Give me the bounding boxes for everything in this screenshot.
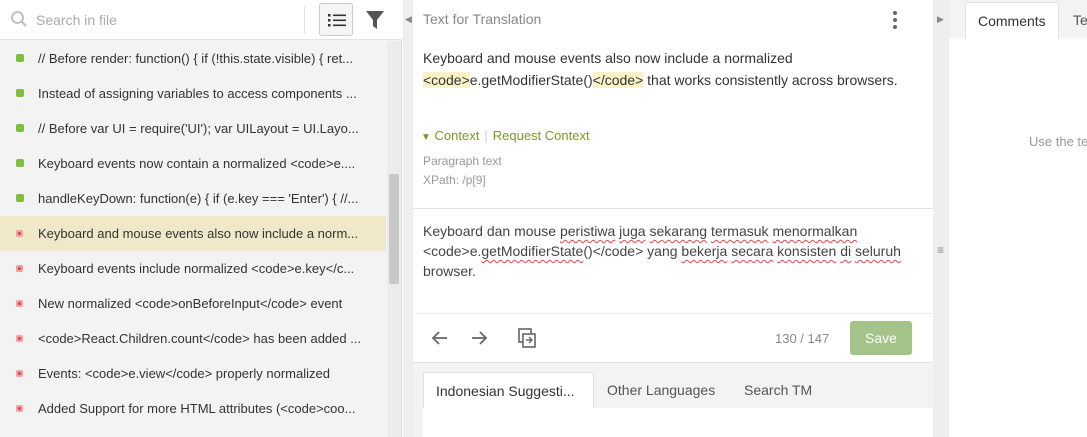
- tab-indonesian-suggestions[interactable]: Indonesian Suggesti...: [423, 372, 594, 409]
- segment-row[interactable]: Keyboard events now contain a normalized…: [0, 146, 386, 181]
- untranslated-status-icon: [16, 230, 23, 237]
- collapse-left-icon[interactable]: ◀: [405, 14, 412, 25]
- search-input[interactable]: [36, 8, 296, 32]
- context-toggle[interactable]: Context: [435, 128, 480, 143]
- segment-text: <code>React.Children.count</code> has be…: [38, 331, 362, 346]
- divider: [413, 208, 933, 209]
- list-view-button[interactable]: [319, 3, 353, 36]
- context-separator: |: [484, 128, 488, 143]
- copy-source-icon[interactable]: [515, 326, 539, 350]
- xpath-label: XPath: /p[9]: [423, 173, 486, 187]
- source-text: Keyboard and mouse events also now inclu…: [423, 50, 898, 88]
- more-options-icon[interactable]: [891, 11, 899, 29]
- toolbar-divider: [304, 6, 305, 34]
- segment-text: Keyboard events now contain a normalized…: [38, 156, 356, 171]
- tab-truncated[interactable]: Te: [1061, 2, 1087, 39]
- comments-body: Use the te: [949, 38, 1087, 437]
- tab-search-tm[interactable]: Search TM: [732, 372, 824, 409]
- drag-handle-icon[interactable]: ≡: [937, 243, 944, 257]
- right-splitter[interactable]: ▶ ≡: [933, 0, 949, 437]
- segment-row[interactable]: // Before render: function() { if (!this…: [0, 41, 386, 76]
- segment-list: // Before render: function() { if (!this…: [0, 41, 386, 426]
- segment-text: handleKeyDown: function(e) { if (e.key =…: [38, 191, 359, 206]
- translation-editor: // Before render: function() { if (!this…: [0, 0, 1087, 437]
- untranslated-status-icon: [16, 335, 23, 342]
- translated-status-icon: [16, 124, 24, 132]
- code-tag: <code>: [423, 72, 470, 88]
- segment-row[interactable]: // Before var UI = require('UI'); var UI…: [0, 111, 386, 146]
- character-counter: 130 / 147: [775, 331, 830, 346]
- tab-other-languages[interactable]: Other Languages: [595, 372, 727, 409]
- panel-title: Text for Translation: [423, 11, 542, 27]
- untranslated-status-icon: [16, 405, 23, 412]
- segment-text: Keyboard events include normalized <code…: [38, 261, 355, 276]
- search-bar: [0, 0, 402, 40]
- untranslated-status-icon: [16, 265, 23, 272]
- segment-text: // Before var UI = require('UI'); var UI…: [38, 121, 359, 136]
- segment-panel: // Before render: function() { if (!this…: [0, 0, 402, 437]
- save-button[interactable]: Save: [850, 321, 912, 355]
- list-icon: [328, 14, 346, 27]
- segment-text: // Before render: function() { if (!this…: [38, 51, 354, 66]
- translation-textarea[interactable]: Keyboard dan mouse peristiwa juga sekara…: [423, 221, 913, 281]
- side-panel: Use the te Comments Te: [949, 0, 1087, 437]
- filter-button[interactable]: [362, 6, 388, 34]
- tab-comments[interactable]: Comments: [965, 2, 1059, 39]
- segment-text: Added Support for more HTML attributes (…: [38, 401, 356, 416]
- segment-row[interactable]: handleKeyDown: function(e) { if (e.key =…: [0, 181, 386, 216]
- translated-status-icon: [16, 194, 24, 202]
- comments-hint: Use the te: [1029, 134, 1087, 149]
- segment-row-active[interactable]: Keyboard and mouse events also now inclu…: [0, 216, 386, 251]
- code-tag: </code>: [592, 72, 644, 88]
- filter-icon: [366, 11, 384, 29]
- segment-row[interactable]: Keyboard events include normalized <code…: [0, 251, 386, 286]
- segment-row[interactable]: Events: <code>e.view</code> properly nor…: [0, 356, 386, 391]
- collapse-right-icon[interactable]: ▶: [937, 14, 944, 25]
- divider: [413, 313, 933, 314]
- segment-row[interactable]: <code>React.Children.count</code> has be…: [0, 321, 386, 356]
- untranslated-status-icon: [16, 300, 23, 307]
- segment-row[interactable]: Added Support for more HTML attributes (…: [0, 391, 386, 426]
- arrow-right-icon[interactable]: [467, 326, 491, 350]
- context-row: ▼ Context | Request Context: [421, 128, 590, 143]
- caret-down-icon[interactable]: ▼: [421, 132, 431, 143]
- untranslated-status-icon: [16, 370, 23, 377]
- paragraph-label: Paragraph text: [423, 154, 502, 168]
- segment-row[interactable]: New normalized <code>onBeforeInput</code…: [0, 286, 386, 321]
- scrollbar-thumb[interactable]: [389, 174, 399, 284]
- segment-text: New normalized <code>onBeforeInput</code…: [38, 296, 343, 311]
- translated-status-icon: [16, 54, 24, 62]
- segment-row[interactable]: Instead of assigning variables to access…: [0, 76, 386, 111]
- translated-status-icon: [16, 89, 24, 97]
- arrow-left-icon[interactable]: [428, 326, 452, 350]
- segment-text: Instead of assigning variables to access…: [38, 86, 357, 101]
- segment-text: Events: <code>e.view</code> properly nor…: [38, 366, 330, 381]
- request-context-link[interactable]: Request Context: [493, 128, 590, 143]
- search-icon: [11, 11, 27, 27]
- suggestion-content: [423, 408, 933, 437]
- segment-text: Keyboard and mouse events also now inclu…: [38, 226, 359, 241]
- left-splitter[interactable]: ◀: [403, 0, 413, 437]
- translated-status-icon: [16, 159, 24, 167]
- translation-panel: Text for Translation Keyboard and mouse …: [413, 0, 933, 437]
